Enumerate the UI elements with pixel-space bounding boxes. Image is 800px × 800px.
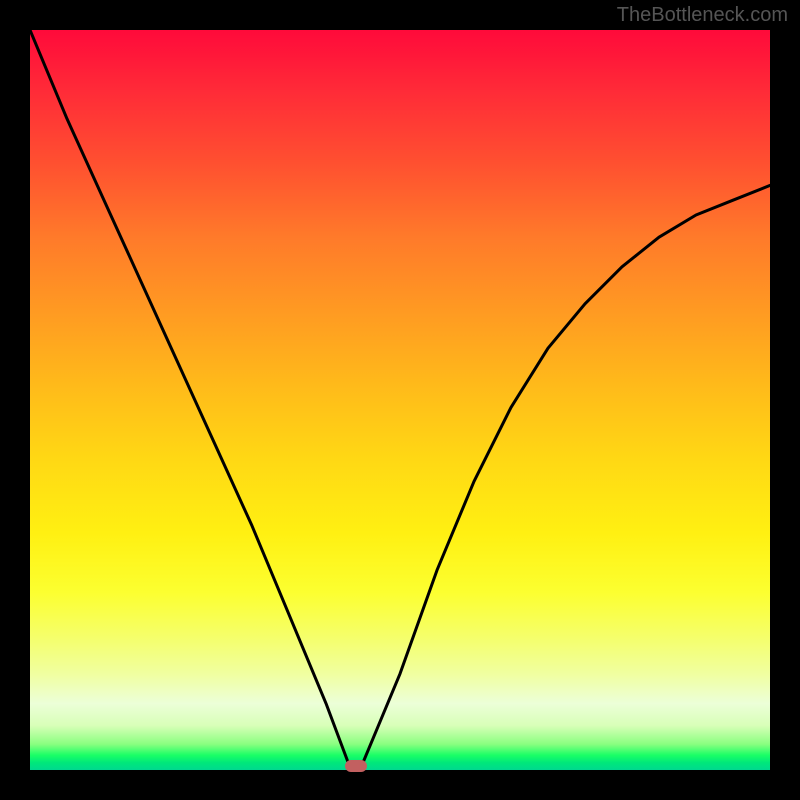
- watermark-text: TheBottleneck.com: [617, 4, 788, 27]
- bottleneck-curve: [30, 30, 770, 770]
- chart-plot-area: [30, 30, 770, 770]
- min-marker: [345, 760, 367, 772]
- curve-path: [30, 30, 770, 770]
